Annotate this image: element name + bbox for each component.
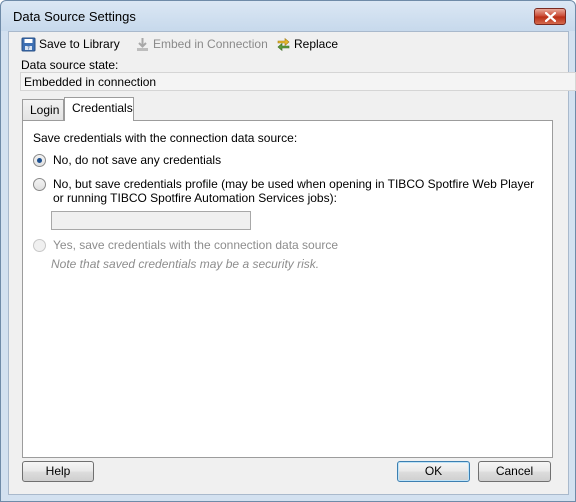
window-title: Data Source Settings <box>13 9 136 24</box>
option-save-profile-label: No, but save credentials profile (may be… <box>53 177 534 205</box>
dialog-client-area: ? Save to Library Embed in Connection Re… <box>8 31 576 495</box>
security-risk-note: Note that saved credentials may be a sec… <box>51 257 320 271</box>
credentials-profile-input <box>51 211 251 230</box>
option-save-profile[interactable]: No, but save credentials profile (may be… <box>33 177 534 205</box>
title-bar[interactable]: Data Source Settings <box>1 1 575 31</box>
replace-button[interactable]: Replace <box>276 35 338 53</box>
option-save-profile-line2: or running TIBCO Spotfire Automation Ser… <box>53 191 337 205</box>
save-credentials-label: Save credentials with the connection dat… <box>33 131 298 145</box>
dialog-window: Data Source Settings ? Save to Library E… <box>0 0 576 502</box>
cancel-button[interactable]: Cancel <box>478 461 551 482</box>
option-save-credentials-label: Yes, save credentials with the connectio… <box>53 238 339 252</box>
replace-label: Replace <box>294 37 339 51</box>
close-button[interactable] <box>534 8 566 25</box>
data-source-state-field: Embedded in connection <box>20 72 576 91</box>
option-no-credentials[interactable]: No, do not save any credentials <box>33 153 221 167</box>
radio-save-profile[interactable] <box>33 178 46 191</box>
tab-login[interactable]: Login <box>22 99 64 120</box>
help-button[interactable]: Help <box>22 461 94 482</box>
option-save-profile-line1: No, but save credentials profile (may be… <box>53 177 535 191</box>
radio-save-credentials <box>33 239 46 252</box>
tab-credentials[interactable]: Credentials <box>64 97 134 121</box>
save-to-library-label: Save to Library <box>39 37 120 51</box>
close-icon <box>545 12 556 22</box>
data-source-state-label: Data source state: <box>21 58 119 72</box>
embed-arrow-icon <box>137 37 148 51</box>
svg-text:?: ? <box>27 46 30 52</box>
option-no-credentials-label: No, do not save any credentials <box>53 153 222 167</box>
save-library-icon: ? <box>21 37 36 52</box>
embed-in-connection-button[interactable]: Embed in Connection <box>135 35 268 53</box>
credentials-panel: Save credentials with the connection dat… <box>22 120 553 458</box>
embed-in-connection-label: Embed in Connection <box>153 37 268 51</box>
option-save-credentials: Yes, save credentials with the connectio… <box>33 238 338 252</box>
replace-arrow-icon <box>277 37 290 51</box>
ok-button[interactable]: OK <box>397 461 470 482</box>
radio-no-credentials[interactable] <box>33 154 46 167</box>
save-to-library-button[interactable]: ? Save to Library <box>21 35 120 53</box>
